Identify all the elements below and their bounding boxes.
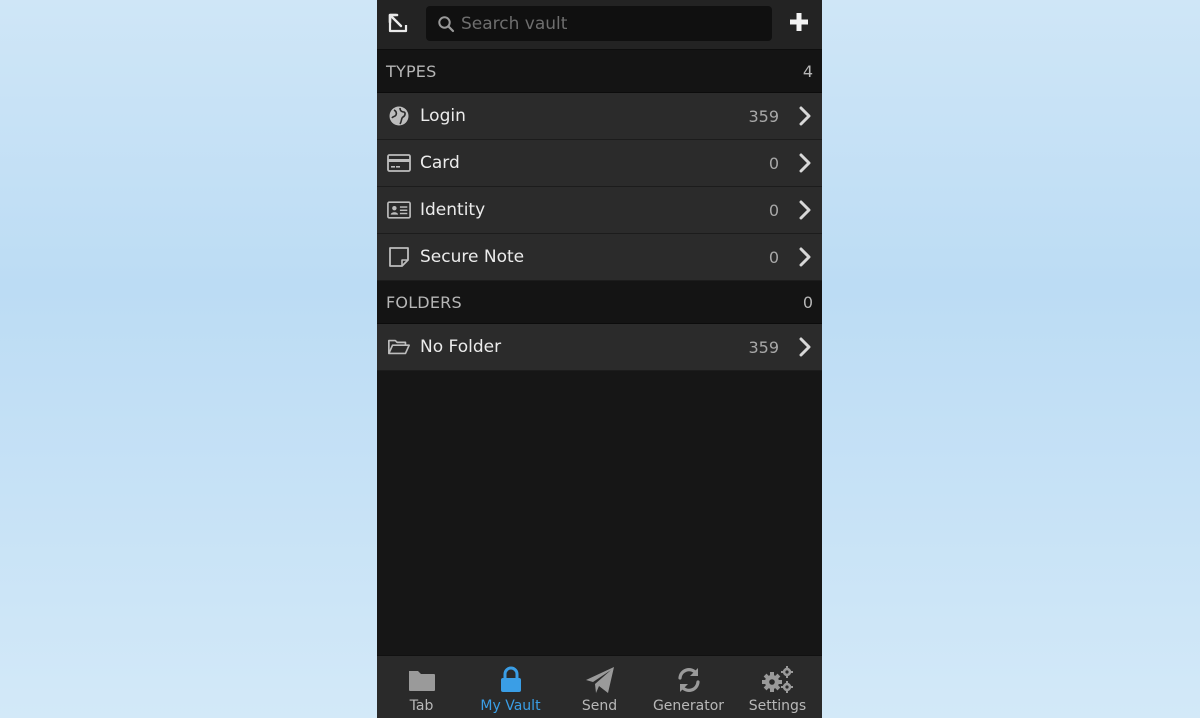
type-item-secure-note[interactable]: Secure Note 0	[377, 234, 822, 281]
search-icon	[438, 16, 455, 33]
folders-section-header: FOLDERS 0	[377, 281, 822, 324]
types-section-header: TYPES 4	[377, 50, 822, 93]
popout-icon	[388, 13, 408, 33]
tab-label: Settings	[748, 698, 807, 714]
type-item-identity[interactable]: Identity 0	[377, 187, 822, 234]
folder-open-icon	[388, 339, 410, 355]
types-count: 4	[802, 62, 813, 81]
vault-popup: TYPES 4 Login 359 Card 0	[377, 0, 822, 718]
sticky-note-icon	[389, 247, 409, 267]
type-count: 0	[768, 201, 779, 220]
tab-label: Generator	[652, 698, 725, 714]
chevron-right-icon	[799, 106, 811, 126]
tab-my-vault[interactable]: My Vault	[466, 656, 555, 718]
chevron-right-icon	[799, 200, 811, 220]
type-count: 0	[768, 154, 779, 173]
folders-count: 0	[802, 293, 813, 312]
header-bar	[377, 0, 822, 50]
refresh-icon	[677, 668, 700, 692]
chevron-right-icon	[799, 153, 811, 173]
folder-icon	[408, 671, 435, 691]
paper-plane-icon	[585, 667, 614, 693]
globe-icon	[389, 106, 409, 126]
type-count: 359	[748, 107, 779, 126]
lock-icon	[500, 666, 521, 692]
folders-title: FOLDERS	[386, 293, 462, 312]
add-item-button[interactable]	[788, 11, 810, 33]
chevron-right-icon	[799, 247, 811, 267]
popout-button[interactable]	[385, 10, 411, 36]
tab-generator[interactable]: Generator	[644, 656, 733, 718]
folder-count: 359	[748, 338, 779, 357]
cogs-icon	[761, 666, 793, 693]
type-label: Login	[420, 106, 466, 126]
folder-label: No Folder	[420, 337, 502, 357]
chevron-right-icon	[799, 337, 811, 357]
tab-send[interactable]: Send	[555, 656, 644, 718]
type-label: Secure Note	[420, 247, 525, 267]
tab-label: Tab	[409, 698, 434, 714]
bottom-tab-bar: Tab My Vault Send Generator Settings	[377, 655, 822, 718]
type-count: 0	[768, 248, 779, 267]
credit-card-icon	[387, 154, 411, 172]
type-item-login[interactable]: Login 359	[377, 93, 822, 140]
type-label: Card	[420, 153, 460, 173]
tab-settings[interactable]: Settings	[733, 656, 822, 718]
tab-tab[interactable]: Tab	[377, 656, 466, 718]
tab-label: Send	[581, 698, 618, 714]
search-input[interactable]	[461, 10, 761, 37]
tab-label: My Vault	[480, 698, 541, 714]
folder-item-no-folder[interactable]: No Folder 359	[377, 324, 822, 371]
type-item-card[interactable]: Card 0	[377, 140, 822, 187]
search-box	[426, 6, 772, 41]
type-label: Identity	[420, 200, 486, 220]
id-card-icon	[387, 201, 411, 219]
types-title: TYPES	[386, 62, 437, 81]
